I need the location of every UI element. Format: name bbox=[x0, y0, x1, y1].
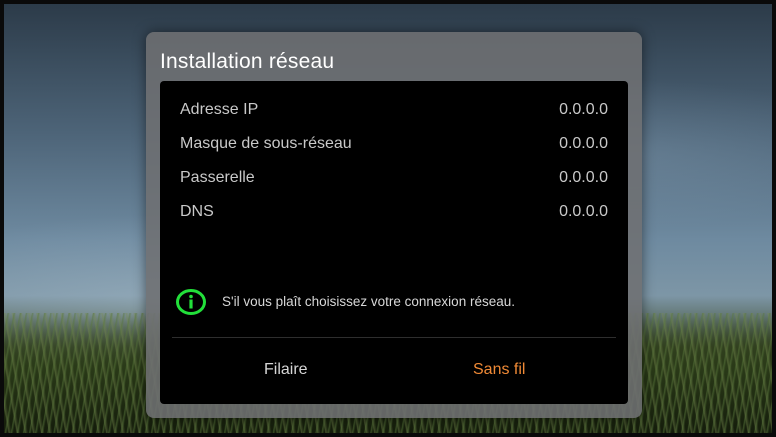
dns-label: DNS bbox=[180, 203, 214, 220]
dns-row: DNS 0.0.0.0 bbox=[180, 203, 608, 227]
subnet-mask-value: 0.0.0.0 bbox=[559, 135, 608, 152]
subnet-mask-label: Masque de sous-réseau bbox=[180, 135, 352, 152]
message-text: S'il vous plaît choisissez votre connexi… bbox=[222, 294, 515, 309]
subnet-mask-row: Masque de sous-réseau 0.0.0.0 bbox=[180, 135, 608, 159]
wireless-option-button[interactable]: Sans fil bbox=[473, 361, 525, 379]
ip-address-row: Adresse IP 0.0.0.0 bbox=[180, 101, 608, 125]
divider bbox=[172, 337, 616, 338]
dns-value: 0.0.0.0 bbox=[559, 203, 608, 220]
gateway-value: 0.0.0.0 bbox=[559, 169, 608, 186]
dialog-title: Installation réseau bbox=[160, 50, 335, 73]
tv-screen: Installation réseau Adresse IP 0.0.0.0 M… bbox=[0, 0, 776, 437]
ip-address-value: 0.0.0.0 bbox=[559, 101, 608, 118]
info-icon bbox=[176, 289, 206, 315]
connection-message: S'il vous plaît choisissez votre connexi… bbox=[176, 289, 616, 317]
wired-option-button[interactable]: Filaire bbox=[264, 361, 308, 379]
gateway-label: Passerelle bbox=[180, 169, 255, 186]
ip-address-label: Adresse IP bbox=[180, 101, 259, 118]
network-info-panel: Adresse IP 0.0.0.0 Masque de sous-réseau… bbox=[160, 81, 628, 404]
gateway-row: Passerelle 0.0.0.0 bbox=[180, 169, 608, 193]
network-setup-dialog: Installation réseau Adresse IP 0.0.0.0 M… bbox=[146, 32, 642, 418]
